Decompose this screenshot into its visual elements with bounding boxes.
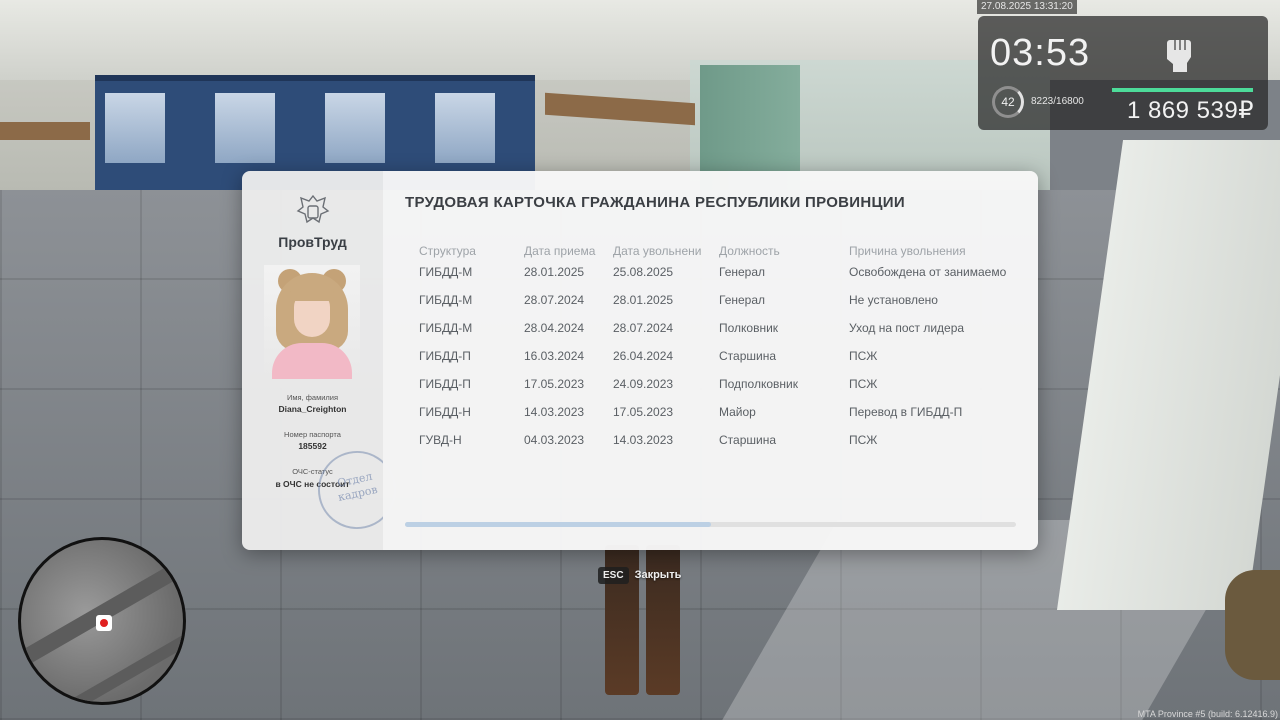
- cell-hire-date: 17.05.2023: [524, 377, 585, 391]
- passport-value: 185592: [298, 441, 327, 451]
- xp-counter: 8223/16800: [1031, 96, 1084, 107]
- name-value: Diana_Creighton: [278, 404, 347, 414]
- scrollbar-thumb[interactable]: [405, 522, 711, 527]
- col-dismissal-reason: Причина увольнения: [849, 244, 966, 258]
- cell-structure: ГИБДД-П: [419, 377, 471, 391]
- hud-panel: 03:53 42 8223/16800 1 869 539₽: [978, 16, 1268, 130]
- horizontal-scrollbar[interactable]: [405, 522, 1016, 527]
- hud-timer: 03:53: [990, 32, 1091, 74]
- cell-hire-date: 14.03.2023: [524, 405, 585, 419]
- cell-hire-date: 04.03.2023: [524, 433, 585, 447]
- cell-structure: ГИБДД-М: [419, 321, 473, 335]
- card-sidebar: ПровТруд Имя, фамилия Diana_Creighton Но…: [242, 171, 404, 550]
- cell-dismissal-date: 28.07.2024: [613, 321, 674, 335]
- employment-card-modal: ПровТруд Имя, фамилия Diana_Creighton Но…: [242, 171, 1038, 550]
- col-dismissal-date: Дата увольнени: [613, 244, 702, 258]
- table-row: ГУВД-Н 04.03.2023 14.03.2023 Старшина ПС…: [419, 426, 1017, 454]
- cell-position: Подполковник: [719, 377, 798, 391]
- cell-dismissal-date: 25.08.2025: [613, 265, 674, 279]
- card-title: ТРУДОВАЯ КАРТОЧКА ГРАЖДАНИНА РЕСПУБЛИКИ …: [405, 194, 905, 211]
- cell-position: Генерал: [719, 293, 766, 307]
- cell-dismissal-date: 24.09.2023: [613, 377, 674, 391]
- cell-dismissal-date: 17.05.2023: [613, 405, 674, 419]
- datetime: 27.08.2025 13:31:20: [977, 0, 1077, 14]
- cell-structure: ГИБДД-П: [419, 349, 471, 363]
- cell-reason: ПСЖ: [849, 349, 878, 363]
- cell-hire-date: 28.04.2024: [524, 321, 585, 335]
- table-row: ГИБДД-Н 14.03.2023 17.05.2023 Майор Пере…: [419, 398, 1017, 426]
- player-marker-icon: [96, 615, 112, 631]
- cell-structure: ГИБДД-М: [419, 293, 473, 307]
- cell-structure: ГУВД-Н: [419, 433, 462, 447]
- card-content: ТРУДОВАЯ КАРТОЧКА ГРАЖДАНИНА РЕСПУБЛИКИ …: [383, 171, 1038, 550]
- esc-key[interactable]: ESC: [598, 566, 629, 584]
- eagle-emblem-icon: [296, 194, 330, 224]
- employment-history-table: Структура Дата приема Дата увольнени Дол…: [419, 244, 1017, 454]
- cell-position: Генерал: [719, 265, 766, 279]
- col-position: Должность: [719, 244, 780, 258]
- cell-dismissal-date: 26.04.2024: [613, 349, 674, 363]
- money-balance: 1 869 539₽: [1126, 97, 1254, 124]
- col-structure: Структура: [419, 244, 476, 258]
- table-row: ГИБДД-П 17.05.2023 24.09.2023 Подполковн…: [419, 370, 1017, 398]
- build-info: MTA Province #5 (build: 6.12416.9): [1137, 709, 1278, 719]
- cell-structure: ГИБДД-Н: [419, 405, 471, 419]
- passport-label: Номер паспорта: [284, 430, 341, 439]
- level-ring: 42: [992, 86, 1024, 118]
- col-hire-date: Дата приема: [524, 244, 596, 258]
- table-header-row: Структура Дата приема Дата увольнени Дол…: [419, 244, 1017, 258]
- npc-soldier: [1225, 570, 1280, 680]
- cell-reason: Уход на пост лидера: [849, 321, 965, 335]
- raised-fist-icon: [1167, 40, 1191, 72]
- cell-reason: ПСЖ: [849, 377, 878, 391]
- cell-dismissal-date: 14.03.2023: [613, 433, 674, 447]
- table-row: ГИБДД-П 16.03.2024 26.04.2024 Старшина П…: [419, 342, 1017, 370]
- cell-position: Майор: [719, 405, 756, 419]
- cell-hire-date: 28.07.2024: [524, 293, 585, 307]
- wall-stripe: [0, 122, 90, 140]
- cell-reason: Освобождена от занимаемо: [849, 265, 1007, 279]
- table-row: ГИБДД-М 28.07.2024 28.01.2025 Генерал Не…: [419, 286, 1017, 314]
- hud-accent-bar: [1112, 88, 1253, 92]
- cell-reason: Не установлено: [849, 293, 938, 307]
- cell-reason: ПСЖ: [849, 433, 878, 447]
- cell-reason: Перевод в ГИБДД-П: [849, 405, 963, 419]
- table-row: ГИБДД-М 28.01.2025 25.08.2025 Генерал Ос…: [419, 258, 1017, 286]
- table-row: ГИБДД-М 28.04.2024 28.07.2024 Полковник …: [419, 314, 1017, 342]
- minimap: [18, 537, 186, 705]
- close-hint[interactable]: ESC Закрыть: [598, 565, 681, 585]
- avatar: [264, 265, 360, 379]
- cell-position: Старшина: [719, 433, 777, 447]
- cell-position: Полковник: [719, 321, 779, 335]
- org-name: ПровТруд: [278, 234, 347, 250]
- name-label: Имя, фамилия: [286, 393, 339, 402]
- cell-dismissal-date: 28.01.2025: [613, 293, 674, 307]
- cell-hire-date: 16.03.2024: [524, 349, 585, 363]
- cell-structure: ГИБДД-М: [419, 265, 473, 279]
- cell-hire-date: 28.01.2025: [524, 265, 585, 279]
- close-button-label[interactable]: Закрыть: [635, 569, 682, 581]
- cell-position: Старшина: [719, 349, 777, 363]
